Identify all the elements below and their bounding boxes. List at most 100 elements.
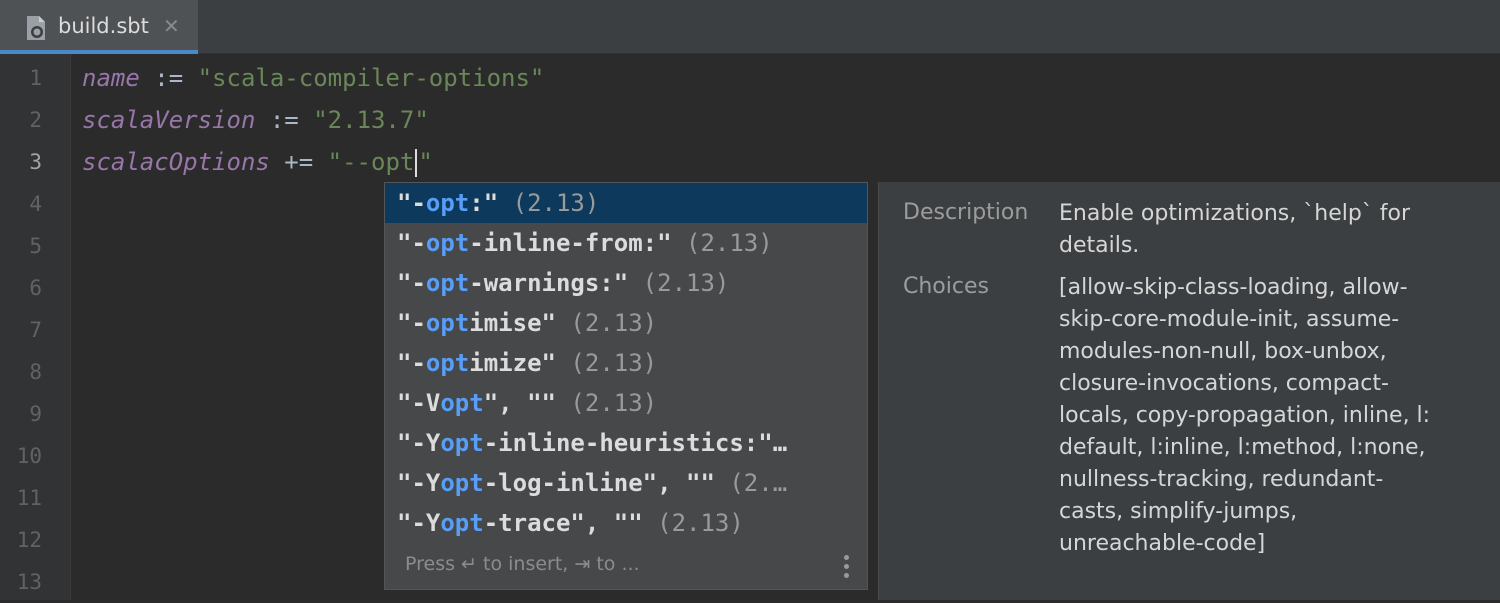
- description-line: Enable optimizations, `help` for: [1059, 201, 1411, 226]
- operator: :=: [255, 106, 314, 134]
- item-rest: -warnings:": [469, 269, 629, 297]
- line-number: 9: [29, 402, 42, 426]
- item-prefix: "-V: [397, 389, 441, 417]
- string-literal: "2.13.7": [313, 106, 429, 134]
- item-rest: imize": [469, 349, 556, 377]
- choices-text: [allow-skip-class-loading, allow- skip-c…: [1059, 272, 1489, 560]
- item-prefix: "-Y: [397, 469, 441, 497]
- item-match: opt: [425, 309, 470, 337]
- documentation-popup: Description Enable optimizations, `help`…: [878, 182, 1500, 600]
- close-icon[interactable]: ✕: [163, 14, 180, 38]
- completion-footer: Press ↵ to insert, ⇥ to ...: [385, 543, 867, 589]
- code-line-1[interactable]: name := "scala-compiler-options": [82, 57, 544, 99]
- string-literal-end: ": [418, 148, 433, 176]
- description-label: Description: [903, 200, 1029, 225]
- item-match: opt: [425, 189, 470, 217]
- item-prefix: "-: [397, 309, 426, 337]
- item-match: opt: [425, 269, 470, 297]
- editor-tab-bar: build.sbt ✕: [0, 0, 1500, 54]
- line-number: 12: [16, 528, 42, 552]
- completion-item[interactable]: "-opt-inline-from:" (2.13): [385, 223, 867, 263]
- item-label: "-Yopt-inline-heuristics:"…: [397, 429, 787, 457]
- setting-key: name: [82, 64, 140, 92]
- choices-line: modules-non-null, box-unbox,: [1059, 339, 1387, 364]
- tab-label: build.sbt: [58, 14, 149, 38]
- sbt-file-icon: [27, 16, 45, 40]
- completion-item[interactable]: "-Vopt", "" (2.13): [385, 383, 867, 423]
- item-version: (2.13): [498, 189, 600, 217]
- choices-line: skip-core-module-init, assume-: [1059, 307, 1400, 332]
- choices-line: closure-invocations, compact-: [1059, 371, 1389, 396]
- choices-line: default, l:inline, l:method, l:none,: [1059, 435, 1426, 460]
- choices-line: nullness-tracking, redundant-: [1059, 467, 1384, 492]
- item-version: (2.13): [555, 349, 658, 377]
- string-literal: "--opt: [327, 148, 415, 176]
- item-label: "-Yopt-trace", "": [397, 509, 643, 537]
- line-number: 13: [16, 570, 42, 594]
- completion-item[interactable]: "-opt-warnings:" (2.13): [385, 263, 867, 303]
- item-match: opt: [440, 469, 484, 497]
- item-label: "-Yopt-log-inline", "": [397, 469, 715, 497]
- operator: +=: [269, 148, 328, 176]
- item-label: "-opt:": [397, 189, 498, 217]
- item-version: (2.…: [714, 469, 788, 497]
- item-prefix: "-Y: [397, 429, 441, 457]
- setting-key: scalacOptions: [82, 148, 270, 176]
- choices-line: [allow-skip-class-loading, allow-: [1059, 275, 1408, 300]
- line-number: 4: [29, 192, 42, 216]
- item-version: (2.13): [671, 229, 773, 257]
- setting-key: scalaVersion: [82, 106, 256, 134]
- item-prefix: "-: [397, 349, 426, 377]
- string-literal: "scala-compiler-options": [197, 64, 545, 92]
- code-line-3[interactable]: scalacOptions += "--opt ": [82, 141, 433, 183]
- description-text: Enable optimizations, `help` for details…: [1059, 198, 1489, 262]
- choices-line: locals, copy-propagation, inline, l:: [1059, 403, 1431, 428]
- description-line: details.: [1059, 233, 1140, 258]
- code-line-2[interactable]: scalaVersion := "2.13.7": [82, 99, 429, 141]
- completion-item[interactable]: "-opt:" (2.13): [385, 183, 867, 223]
- item-match: opt: [425, 349, 470, 377]
- item-rest: -trace", "": [483, 509, 643, 537]
- choices-line: casts, simplify-jumps,: [1059, 499, 1298, 524]
- line-number: 8: [29, 360, 42, 384]
- item-prefix: "-: [397, 229, 426, 257]
- line-number-gutter: 1 2 3 4 5 6 7 8 9 10 11 12 13: [0, 54, 71, 600]
- line-number: 6: [29, 276, 42, 300]
- item-match: opt: [425, 229, 470, 257]
- line-number: 10: [16, 444, 42, 468]
- choices-label: Choices: [903, 274, 989, 299]
- line-number-current: 3: [29, 150, 42, 174]
- item-match: opt: [440, 509, 484, 537]
- item-label: "-optimise": [397, 309, 556, 337]
- line-number: 2: [29, 108, 42, 132]
- choices-line: unreachable-code]: [1059, 531, 1266, 556]
- item-rest: -inline-heuristics:"…: [483, 429, 788, 457]
- item-match: opt: [440, 429, 484, 457]
- completion-item[interactable]: "-Yopt-inline-heuristics:"…: [385, 423, 867, 463]
- item-rest: imise": [469, 309, 556, 337]
- item-match: opt: [440, 389, 484, 417]
- item-rest: -log-inline", "": [483, 469, 715, 497]
- completion-item[interactable]: "-Yopt-trace", "" (2.13): [385, 503, 867, 543]
- item-rest: -inline-from:": [469, 229, 672, 257]
- item-version: (2.13): [555, 389, 658, 417]
- line-number: 5: [29, 234, 42, 258]
- item-label: "-Vopt", "": [397, 389, 556, 417]
- line-number: 1: [29, 66, 42, 90]
- line-number: 7: [29, 318, 42, 342]
- completion-popup: "-opt:" (2.13) "-opt-inline-from:" (2.13…: [384, 182, 868, 590]
- tab-build-sbt[interactable]: build.sbt ✕: [0, 0, 198, 54]
- item-prefix: "-: [397, 189, 426, 217]
- item-rest: ", "": [483, 389, 556, 417]
- item-version: (2.13): [555, 309, 658, 337]
- item-rest: :": [469, 189, 499, 217]
- item-prefix: "-Y: [397, 509, 441, 537]
- operator: :=: [139, 64, 198, 92]
- completion-item[interactable]: "-Yopt-log-inline", "" (2.…: [385, 463, 867, 503]
- completion-item[interactable]: "-optimise" (2.13): [385, 303, 867, 343]
- footer-hint: Press ↵ to insert, ⇥ to ...: [405, 553, 640, 575]
- item-prefix: "-: [397, 269, 426, 297]
- more-vertical-icon[interactable]: [843, 555, 851, 579]
- completion-item[interactable]: "-optimize" (2.13): [385, 343, 867, 383]
- item-label: "-opt-inline-from:": [397, 229, 672, 257]
